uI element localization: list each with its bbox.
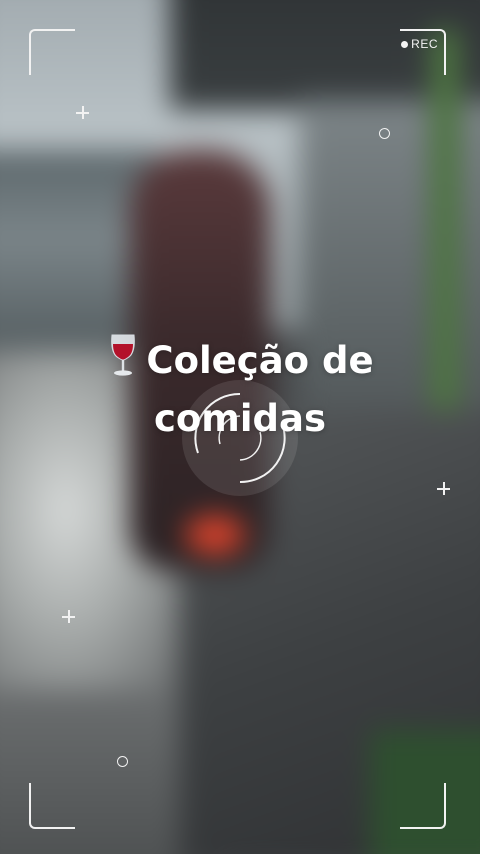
title-line-1: Coleção de xyxy=(0,332,480,390)
rec-dot-icon xyxy=(401,40,409,48)
frame-corner-top-right xyxy=(400,29,446,75)
circle-marker-icon xyxy=(117,756,128,767)
frame-corner-top-left xyxy=(29,29,75,75)
plus-marker-icon xyxy=(62,610,75,623)
wine-glass-icon xyxy=(111,334,136,376)
plus-marker-icon xyxy=(76,106,89,119)
frame-corner-bottom-right xyxy=(400,783,446,829)
title-text-line-1: Coleção de xyxy=(146,339,374,382)
circle-marker-icon xyxy=(379,128,390,139)
title-text-line-2: comidas xyxy=(153,397,327,440)
plus-marker-icon xyxy=(437,482,450,495)
rec-label: REC xyxy=(411,37,438,51)
rec-indicator: REC xyxy=(401,37,438,51)
story-screen: REC Coleção de comidas xyxy=(0,0,480,854)
frame-corner-bottom-left xyxy=(29,783,75,829)
story-title: Coleção de comidas xyxy=(0,332,480,448)
